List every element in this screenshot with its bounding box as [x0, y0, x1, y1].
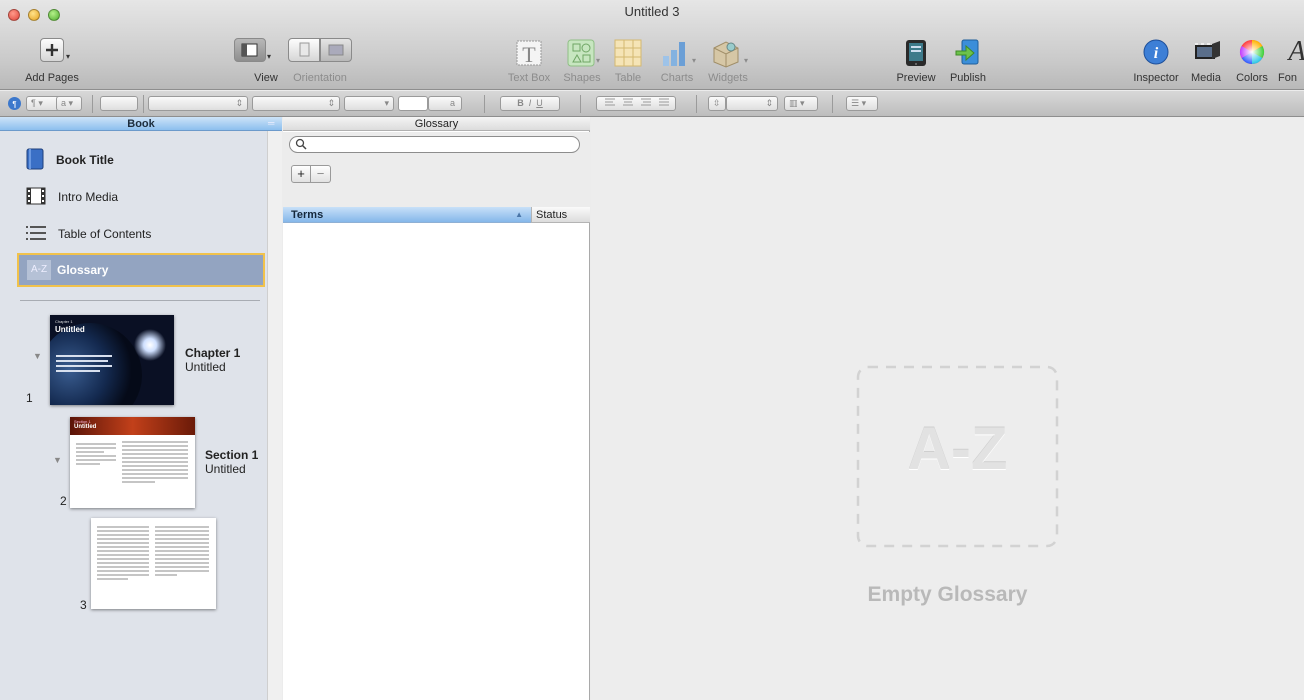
- view-icon: [234, 38, 266, 62]
- page-thumbnail-3[interactable]: [91, 518, 216, 609]
- chapter-subtitle: Untitled: [185, 360, 226, 374]
- sidebar-item-table-of-contents[interactable]: Table of Contents: [16, 217, 264, 251]
- page-number: 2: [60, 494, 67, 508]
- glossary-search-field[interactable]: [289, 136, 580, 153]
- page-number: 3: [80, 598, 87, 612]
- search-icon: [295, 138, 307, 153]
- info-icon: i: [1142, 38, 1170, 66]
- text-style-buttons[interactable]: B I U: [500, 96, 560, 111]
- page-thumbnail-1[interactable]: Chapter 1 Untitled: [50, 315, 174, 405]
- film-icon: [26, 187, 46, 208]
- bar-chart-icon: [660, 38, 692, 68]
- svg-text:T: T: [522, 42, 536, 67]
- fonts-icon: A: [1288, 38, 1304, 67]
- fonts-button[interactable]: A Fon: [1276, 38, 1304, 88]
- disclosure-triangle-icon[interactable]: ▼: [33, 351, 42, 361]
- widgets-box-icon: [710, 38, 742, 68]
- italic-button[interactable]: I: [529, 98, 532, 108]
- az-placeholder-text: A-Z: [907, 415, 1008, 482]
- column-header-status[interactable]: Status: [531, 207, 590, 223]
- sidebar-header: Book: [0, 117, 282, 131]
- empty-glossary-label: Empty Glossary: [867, 583, 1028, 606]
- text-color-well[interactable]: [398, 96, 428, 111]
- svg-text:i: i: [1154, 45, 1159, 62]
- svg-text:¶: ¶: [12, 100, 16, 109]
- columns-popup[interactable]: ▥ ▾: [784, 96, 818, 111]
- section-subtitle: Untitled: [205, 462, 246, 476]
- plus-icon: [40, 38, 64, 62]
- list-bullets-popup[interactable]: ☰ ▾: [846, 96, 878, 111]
- sidebar-item-book-title[interactable]: Book Title: [16, 143, 264, 177]
- highlight-control[interactable]: a: [428, 96, 462, 111]
- page-thumbnail-2[interactable]: Section 1 Untitled: [70, 417, 195, 508]
- page-number: 1: [26, 391, 33, 405]
- window-title: Untitled 3: [624, 4, 680, 19]
- title-toolbar: Untitled 3 ▾ Add Pages ▾ View Orientatio…: [0, 0, 1304, 90]
- sidebar-item-label: Intro Media: [58, 190, 119, 204]
- sidebar-item-label: Table of Contents: [58, 227, 152, 241]
- color-wheel-icon: [1238, 38, 1266, 66]
- media-icon: [1192, 38, 1222, 66]
- sidebar-item-label: Glossary: [57, 263, 109, 277]
- portrait-icon[interactable]: [288, 38, 320, 62]
- az-icon: A-Z: [27, 260, 51, 280]
- line-spacing-popup[interactable]: ⇕: [726, 96, 778, 111]
- line-spacing-icon[interactable]: ⇳: [708, 96, 726, 111]
- ipad-icon: [904, 38, 928, 68]
- glossary-pane: Glossary + − Terms ▲ Status: [283, 117, 590, 700]
- glossary-header: Glossary: [283, 117, 590, 131]
- format-bar: ¶ ¶ ▾ a ▾ ⇕ ⇕ ▾ a B I U ⇳ ⇕ ▥ ▾ ☰ ▾: [0, 91, 1304, 117]
- sidebar-divider: [20, 300, 260, 301]
- character-styles-popup[interactable]: a ▾: [56, 96, 82, 111]
- book-icon: [26, 148, 44, 173]
- empty-glossary-placeholder: A-Z: [855, 364, 1060, 549]
- bold-button[interactable]: B: [517, 98, 524, 108]
- landscape-icon[interactable]: [320, 38, 352, 62]
- table-icon: [613, 38, 643, 68]
- chapter-title: Chapter 1: [185, 346, 241, 360]
- disclosure-triangle-icon[interactable]: ▼: [53, 455, 62, 465]
- typeface-popup[interactable]: ⇕: [252, 96, 340, 111]
- sidebar-scrollbar[interactable]: [267, 131, 282, 700]
- add-term-button[interactable]: +: [291, 165, 311, 183]
- list-icon: [26, 225, 46, 244]
- sidebar-item-label: Book Title: [56, 153, 114, 167]
- font-size-field[interactable]: ▾: [344, 96, 394, 111]
- paragraph-style-icon[interactable]: ¶: [8, 97, 21, 110]
- alignment-buttons[interactable]: [596, 96, 676, 111]
- sidebar-item-intro-media[interactable]: Intro Media: [16, 180, 264, 214]
- sidebar-item-glossary[interactable]: A-Z Glossary: [17, 253, 265, 287]
- font-family-popup[interactable]: ⇕: [148, 96, 248, 111]
- book-sidebar: Book ═ Book Title Intro Media Table of C…: [0, 117, 282, 700]
- underline-button[interactable]: U: [536, 98, 543, 108]
- publish-icon: [954, 38, 982, 68]
- glossary-canvas: A-Z Empty Glossary: [591, 117, 1304, 700]
- text-box-icon: T: [514, 38, 544, 68]
- sort-ascending-icon: ▲: [515, 210, 523, 219]
- list-styles-popup[interactable]: [100, 96, 138, 111]
- shapes-icon: [566, 38, 596, 68]
- remove-term-button[interactable]: −: [311, 165, 331, 183]
- search-input[interactable]: [310, 138, 572, 151]
- section-title: Section 1: [205, 448, 259, 462]
- sidebar-resize-handle[interactable]: ═: [268, 118, 274, 128]
- column-header-terms[interactable]: Terms ▲: [283, 207, 531, 223]
